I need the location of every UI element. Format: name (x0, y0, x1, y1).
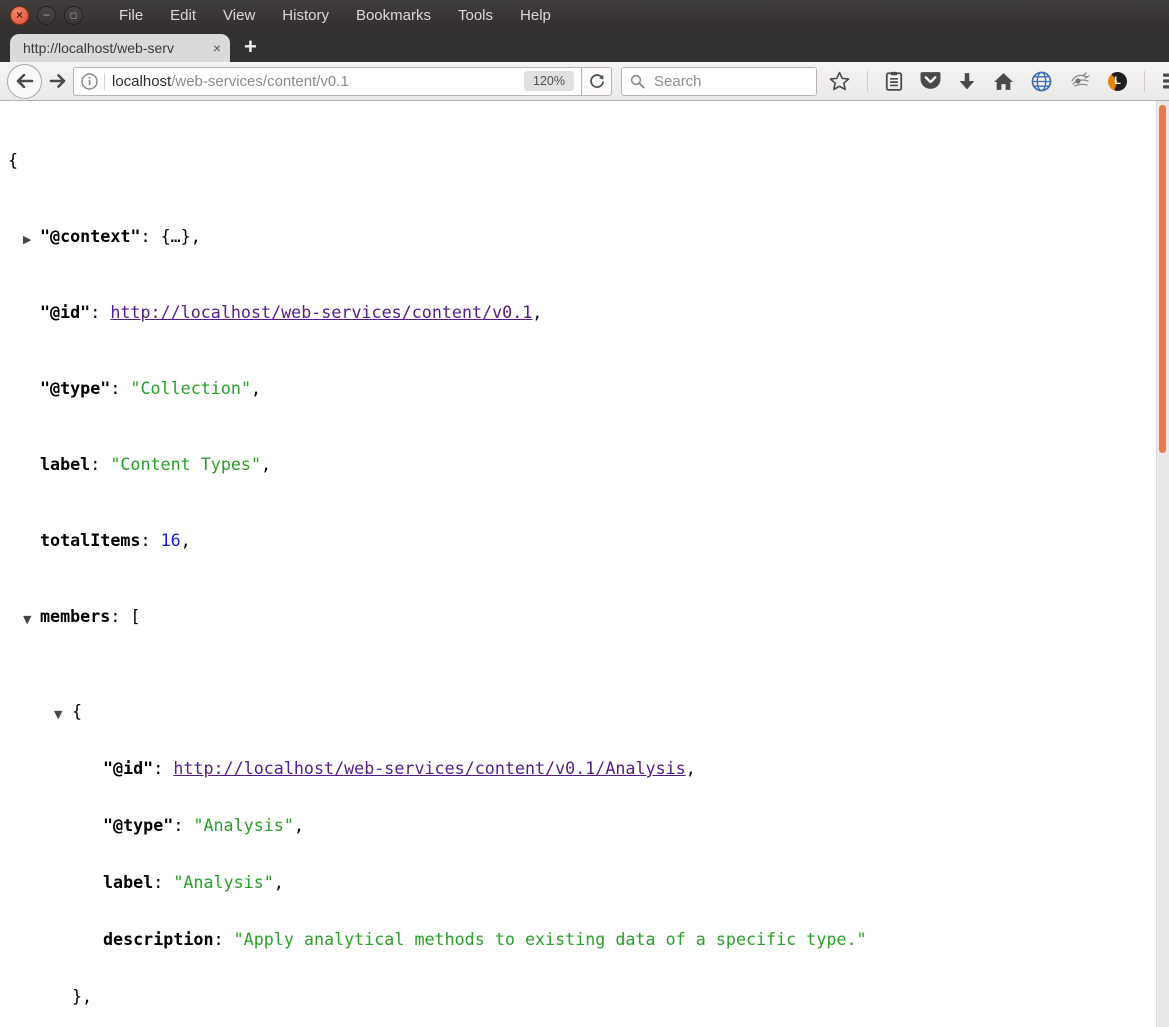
reload-button[interactable] (581, 66, 612, 96)
json-key: "@id" (40, 302, 91, 322)
toolbar-separator (867, 70, 868, 92)
menu-tools[interactable]: Tools (458, 7, 493, 24)
urlbar-divider (104, 72, 105, 90)
search-input[interactable] (652, 71, 808, 91)
downloads-icon[interactable] (958, 72, 976, 91)
pocket-icon[interactable] (920, 71, 941, 91)
search-bar[interactable] (621, 66, 817, 96)
json-key: totalItems (40, 530, 141, 550)
menubar: File Edit View History Bookmarks Tools H… (119, 7, 551, 24)
site-info-icon[interactable] (81, 72, 98, 90)
json-line: label: Analysis, (8, 872, 1149, 892)
json-string: Apply analytical methods to existing dat… (234, 929, 867, 949)
chevron-down-icon[interactable]: ▼ (23, 610, 31, 629)
toolbar-icons: L (829, 70, 1169, 92)
json-line-id: "@id": http://localhost/web-services/con… (40, 302, 543, 322)
window-controls: × − ◻ (10, 5, 83, 25)
json-key: label (103, 872, 154, 892)
maximize-icon: ◻ (69, 9, 78, 20)
window-close-button[interactable]: × (10, 5, 29, 25)
json-key: "@context" (40, 226, 141, 246)
json-line-totalitems: totalItems: 16, (40, 530, 191, 550)
json-string: Content Types (110, 454, 261, 474)
json-line: }, (72, 986, 93, 1006)
back-arrow-icon (16, 74, 34, 88)
json-key: "@type" (103, 815, 174, 835)
json-key: "@type" (40, 378, 111, 398)
json-key: "@id" (103, 758, 154, 778)
json-number: 16 (160, 530, 181, 550)
menu-help[interactable]: Help (520, 7, 551, 24)
json-viewer: { ▶ "@context": {…}, "@id": http://localh… (0, 101, 1169, 1027)
back-button[interactable] (7, 63, 42, 99)
bookmarks-list-icon[interactable] (885, 71, 903, 91)
tab-title-fade (181, 40, 208, 56)
tab-title: http://localhost/web-serv (23, 40, 208, 56)
json-link[interactable]: http://localhost/web-services/content/v0… (110, 302, 532, 322)
tab-bar: http://localhost/web-serv × + (0, 30, 1169, 62)
tab-close-icon[interactable]: × (213, 41, 221, 55)
json-string: Collection (130, 378, 251, 398)
json-key: description (103, 929, 214, 949)
json-link[interactable]: http://localhost/web-services/content/v0… (173, 758, 685, 778)
window-minimize-button[interactable]: − (37, 5, 56, 25)
minimize-icon: − (42, 8, 50, 22)
forward-arrow-icon (49, 74, 66, 88)
navigation-toolbar: localhost/web-services/content/v0.1 120% (0, 62, 1169, 101)
new-tab-button[interactable]: + (244, 36, 257, 58)
bookmark-star-icon[interactable] (829, 71, 850, 91)
window-titlebar: × − ◻ File Edit View History Bookmarks T… (0, 0, 1169, 30)
window-maximize-button[interactable]: ◻ (64, 5, 83, 25)
json-string: Analysis (173, 872, 273, 892)
zoom-level-badge[interactable]: 120% (524, 71, 574, 91)
json-line-context: ▶ "@context": {…}, (8, 226, 1169, 249)
bug-extension-icon[interactable] (1069, 72, 1091, 90)
reload-icon (589, 73, 605, 89)
json-line: ▼{ (8, 702, 1169, 724)
menu-view[interactable]: View (223, 7, 255, 24)
chevron-down-icon[interactable]: ▼ (54, 705, 62, 724)
json-key: members (40, 606, 111, 626)
search-icon (630, 74, 645, 89)
menu-history[interactable]: History (282, 7, 329, 24)
url-path: /web-services/content/v0.1 (171, 72, 349, 90)
menu-bookmarks[interactable]: Bookmarks (356, 7, 431, 24)
letter-extension-icon[interactable]: L (1108, 71, 1127, 91)
json-key: label (40, 454, 91, 474)
globe-extension-icon[interactable] (1031, 71, 1052, 92)
menu-file[interactable]: File (119, 7, 143, 24)
scrollbar[interactable] (1156, 101, 1169, 1027)
json-line-type: "@type": Collection, (8, 378, 1169, 398)
json-line-label: label: Content Types, (8, 454, 1169, 474)
menu-edit[interactable]: Edit (170, 7, 196, 24)
url-bar[interactable]: localhost/web-services/content/v0.1 120% (73, 66, 581, 96)
collapsed-object[interactable]: {…} (161, 226, 191, 246)
toolbar-separator-2 (1144, 70, 1145, 92)
json-line: { (8, 150, 19, 170)
close-icon: × (15, 8, 23, 22)
browser-tab[interactable]: http://localhost/web-serv × (10, 34, 230, 62)
json-line: "@id": http://localhost/web-services/con… (103, 758, 696, 778)
home-icon[interactable] (993, 72, 1014, 91)
json-line: description: Apply analytical methods to… (8, 929, 1149, 949)
json-line-members: ▼ members: [ (8, 606, 1169, 629)
hamburger-menu-icon[interactable] (1162, 72, 1169, 90)
forward-button[interactable] (44, 68, 70, 94)
chevron-right-icon[interactable]: ▶ (23, 230, 31, 249)
json-line: "@type": Analysis, (8, 815, 1149, 835)
page-content: { ▶ "@context": {…}, "@id": http://localh… (0, 101, 1169, 1027)
plus-icon: + (244, 34, 257, 59)
json-string: Analysis (193, 815, 293, 835)
url-host: localhost (112, 72, 172, 90)
scrollbar-thumb[interactable] (1159, 105, 1166, 453)
